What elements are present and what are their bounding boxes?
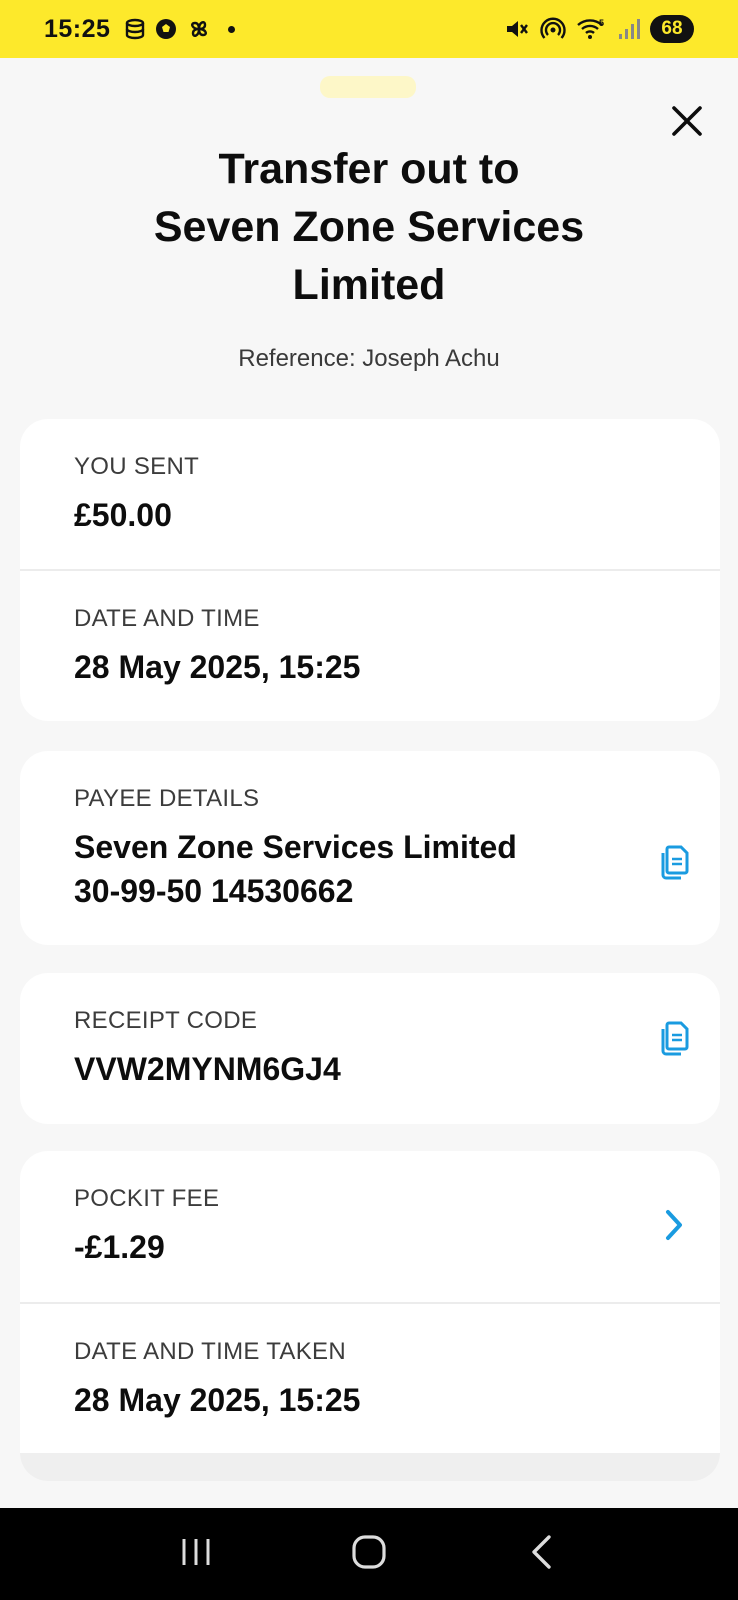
- you-sent-value: £50.00: [74, 497, 172, 533]
- nav-back-button[interactable]: [512, 1524, 572, 1584]
- fee-card: POCKIT FEE -£1.29 DATE AND TIME TAKEN 28…: [20, 1151, 720, 1481]
- date-time-value: 28 May 2025, 15:25: [74, 649, 361, 685]
- date-time-label: DATE AND TIME: [74, 605, 260, 632]
- date-time-taken-label: DATE AND TIME TAKEN: [74, 1338, 346, 1365]
- transfer-detail-screen: 15:25 5 68 Transfer out to Seven Zone Se…: [0, 0, 738, 1600]
- receipt-code-row: RECEIPT CODE VVW2MYNM6GJ4: [20, 973, 720, 1124]
- notification-icons: [124, 16, 236, 42]
- wifi-network-label: 5: [599, 18, 604, 28]
- card-bottom-strip: [20, 1453, 720, 1481]
- payee-details-row: PAYEE DETAILS Seven Zone Services Limite…: [20, 751, 720, 945]
- title-line-3: Limited: [292, 261, 446, 309]
- signal-icon: [618, 17, 640, 41]
- sheet-handle[interactable]: [320, 76, 416, 98]
- title-line-1: Transfer out to: [218, 145, 520, 193]
- page-title: Transfer out to Seven Zone Services Limi…: [60, 140, 678, 314]
- close-icon: [670, 104, 704, 143]
- database-icon: [124, 18, 146, 40]
- you-sent-label: YOU SENT: [74, 453, 200, 480]
- receipt-code-card: RECEIPT CODE VVW2MYNM6GJ4: [20, 973, 720, 1124]
- wifi-icon: 5: [576, 16, 608, 42]
- status-bar-right: 5 68: [504, 15, 694, 43]
- more-notifications-dot: [228, 25, 236, 33]
- nav-back-icon: [529, 1534, 555, 1575]
- you-sent-row: YOU SENT £50.00: [20, 419, 720, 569]
- pockit-fee-row[interactable]: POCKIT FEE -£1.29: [20, 1151, 720, 1302]
- copy-icon: [659, 1021, 689, 1062]
- pockit-fee-label: POCKIT FEE: [74, 1185, 220, 1212]
- date-time-taken-value: 28 May 2025, 15:25: [74, 1382, 361, 1418]
- title-line-2: Seven Zone Services: [153, 203, 585, 251]
- nav-recents-icon: [180, 1536, 212, 1573]
- copy-payee-button[interactable]: [654, 843, 694, 887]
- payee-details-card: PAYEE DETAILS Seven Zone Services Limite…: [20, 751, 720, 945]
- mute-icon: [504, 16, 530, 42]
- chevron-right-icon: [664, 1209, 684, 1246]
- nav-home-icon: [351, 1534, 387, 1575]
- receipt-code-label: RECEIPT CODE: [74, 1007, 258, 1034]
- copy-receipt-button[interactable]: [654, 1019, 694, 1063]
- payee-name: Seven Zone Services Limited: [74, 829, 517, 865]
- payee-details-label: PAYEE DETAILS: [74, 785, 260, 812]
- copy-icon: [659, 845, 689, 886]
- reference-text: Reference: Joseph Achu: [238, 345, 500, 372]
- battery-indicator: 68: [650, 15, 694, 43]
- date-time-row: DATE AND TIME 28 May 2025, 15:25: [20, 569, 720, 721]
- pinwheel-icon: [186, 16, 212, 42]
- status-bar-left: 15:25: [44, 14, 236, 44]
- nav-home-button[interactable]: [339, 1524, 399, 1584]
- nav-recents-button[interactable]: [166, 1524, 226, 1584]
- receipt-code-value: VVW2MYNM6GJ4: [74, 1051, 341, 1087]
- transfer-summary-card: YOU SENT £50.00 DATE AND TIME 28 May 202…: [20, 419, 720, 721]
- fee-details-button[interactable]: [654, 1205, 694, 1249]
- football-icon: [154, 17, 178, 41]
- status-bar: 15:25 5 68: [0, 0, 738, 58]
- date-time-taken-row: DATE AND TIME TAKEN 28 May 2025, 15:25: [20, 1302, 720, 1453]
- status-time: 15:25: [44, 14, 111, 43]
- payee-account: 30-99-50 14530662: [74, 873, 354, 909]
- system-nav-bar: [0, 1508, 738, 1600]
- pockit-fee-value: -£1.29: [74, 1229, 165, 1265]
- hotspot-icon: [540, 16, 566, 42]
